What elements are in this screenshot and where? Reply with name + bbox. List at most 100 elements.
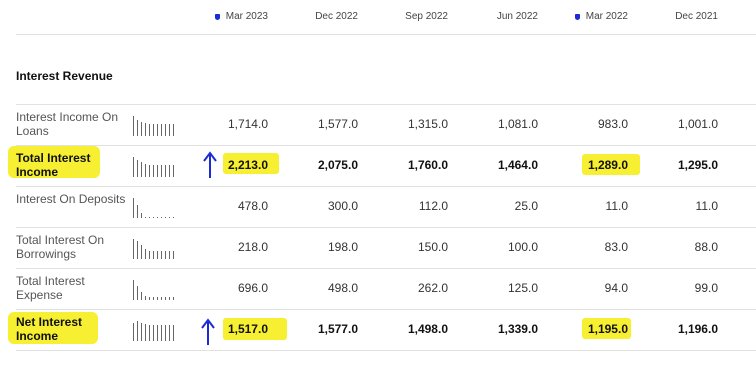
sparkline-bar [153,325,155,341]
sparkline-bar [141,213,143,218]
value-cell: 983.0 [597,117,628,131]
sparkline-chart [133,155,179,177]
sparkline-chart [133,319,179,341]
sparkline-bar [149,165,151,177]
sparkline-bar [145,123,147,136]
row-label: Total Interest On Borrowings [16,233,105,261]
table-row[interactable]: Interest Income On Loans 1,714.0 1,577.0 1,… [0,104,756,145]
sparkline-bar [157,165,159,177]
value-cell: 1,498.0 [407,322,448,336]
sparkline-bar [149,124,151,136]
sparkline-bar [153,297,155,300]
sparkline-bar [157,217,159,218]
sparkline-bar [133,323,135,341]
sparkline-bar [133,280,135,300]
sparkline-bar [141,323,143,341]
sparkline-bar [165,297,167,300]
marker-icon [574,14,580,20]
value-cell: 125.0 [507,281,538,295]
table-row[interactable]: Net Interest Income 1,517.0 1,577.0 1,498.0… [0,309,756,350]
column-header-mar-2023[interactable]: Mar 2023 [178,11,268,22]
row-label: Net Interest Income [16,315,83,343]
sparkline-bar [161,297,163,300]
value-cell: 150.0 [417,240,448,254]
table-row[interactable]: Total Interest Expense 696.0 498.0 262.0 125… [0,268,756,309]
value-cell: 262.0 [417,281,448,295]
value-cell: 300.0 [327,199,358,213]
value-cell: 218.0 [237,240,268,254]
sparkline-bar [145,296,147,300]
row-label: Total Interest Expense [16,274,85,302]
sparkline-bar [169,217,171,218]
value-cell: 1,464.0 [497,158,538,172]
sparkline-bar [169,297,171,300]
sparkline-bar [173,325,175,341]
sparkline-bar [165,124,167,136]
sparkline-bar [165,217,167,218]
sparkline-bar [141,162,143,177]
sparkline-bar [137,321,139,341]
value-cell: 478.0 [237,199,268,213]
value-cell: 100.0 [507,240,538,254]
column-header-jun-2022[interactable]: Jun 2022 [448,11,538,22]
row-label: Interest On Deposits [16,192,126,206]
sparkline-bar [149,251,151,259]
sparkline-bar [137,160,139,177]
section-title: Interest Revenue [16,69,113,83]
sparkline-bar [149,297,151,300]
table-row[interactable]: Interest On Deposits 478.0 300.0 112.0 25.0 1… [0,186,756,227]
sparkline-bar [145,217,147,218]
value-cell: 498.0 [327,281,358,295]
column-header-dec-2022[interactable]: Dec 2022 [268,11,358,22]
value-cell: 696.0 [237,281,268,295]
value-cell: 11.0 [605,199,628,213]
sparkline-bar [153,165,155,177]
value-cell: 1,195.0 [587,322,628,336]
table-row[interactable]: Total Interest On Borrowings 218.0 198.0 15… [0,227,756,268]
sparkline-bar [157,251,159,259]
value-cell: 25.0 [514,199,538,213]
sparkline-bar [153,124,155,136]
sparkline-chart [133,196,179,218]
sparkline-bar [137,205,139,218]
value-cell: 1,760.0 [407,158,448,172]
table-row[interactable]: Total Interest Income 2,213.0 2,075.0 1,760… [0,145,756,186]
sparkline-bar [141,122,143,136]
column-header-dec-2021[interactable]: Dec 2021 [628,11,718,22]
sparkline-bar [137,286,139,300]
value-cell: 112.0 [418,199,448,213]
sparkline-bar [133,198,135,218]
column-header-sep-2022[interactable]: Sep 2022 [358,11,448,22]
column-header-mar-2022[interactable]: Mar 2022 [538,11,628,22]
sparkline-bar [169,124,171,136]
sparkline-bar [161,165,163,177]
sparkline-bar [165,325,167,341]
value-cell: 1,001.0 [677,117,718,131]
value-cell: 94.0 [604,281,628,295]
value-cell: 1,577.0 [317,322,358,336]
value-cell: 1,289.0 [587,158,628,172]
sparkline-bar [137,241,139,259]
header-divider [16,34,756,35]
column-header-row: Mar 2023 Dec 2022 Sep 2022 Jun 2022 Mar … [0,0,756,34]
value-cell: 1,577.0 [317,117,358,131]
value-cell: 88.0 [694,240,718,254]
sparkline-bar [173,217,175,218]
sparkline-bar [165,165,167,177]
sparkline-bar [141,245,143,259]
sparkline-bar [161,251,163,259]
sparkline-chart [133,278,179,300]
row-label: Interest Income On Loans [16,110,119,138]
sparkline-bar [145,164,147,177]
sparkline-bar [157,325,159,341]
sparkline-bar [157,124,159,136]
value-cell: 1,339.0 [497,322,538,336]
sparkline-bar [165,251,167,259]
sparkline-bar [133,157,135,177]
sparkline-bar [137,120,139,136]
sparkline-bar [169,165,171,177]
sparkline-bar [173,297,175,300]
sparkline-bar [161,124,163,136]
sparkline-bar [173,165,175,177]
marker-icon [214,14,220,20]
